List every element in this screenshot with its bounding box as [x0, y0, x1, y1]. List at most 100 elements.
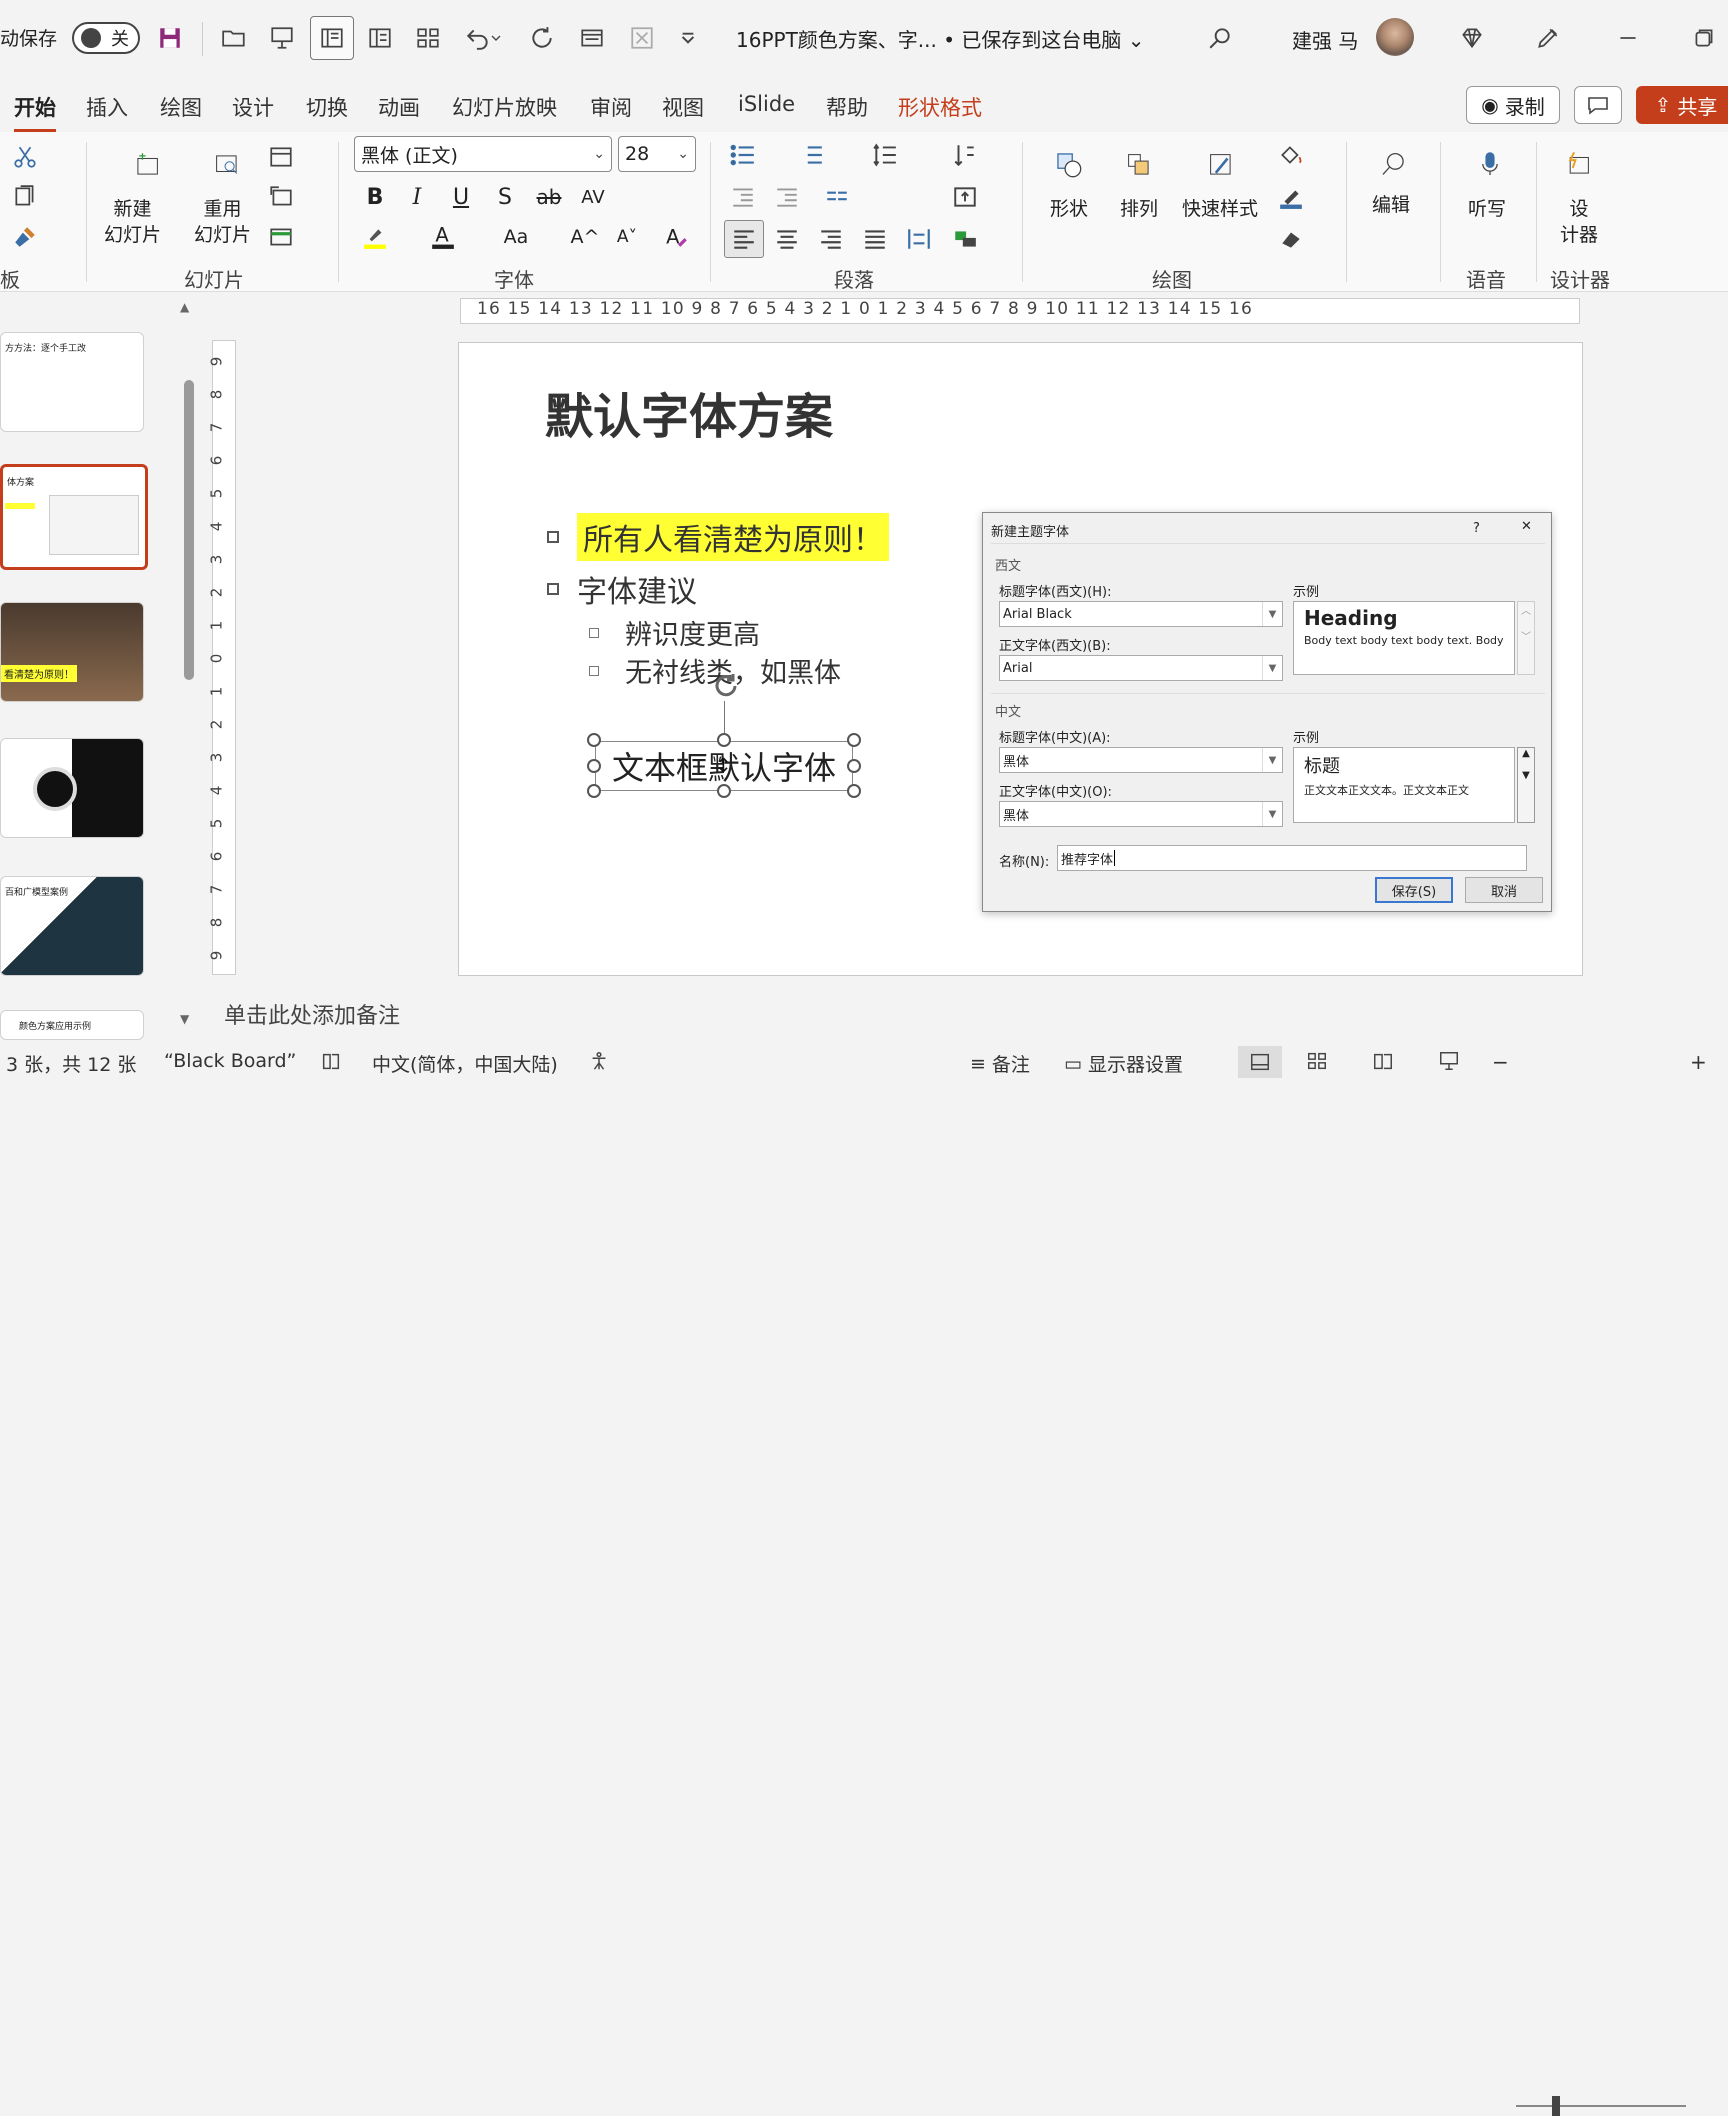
char-spacing-icon[interactable]: AV	[578, 182, 608, 212]
resize-handle[interactable]	[587, 784, 601, 798]
section-icon[interactable]	[266, 222, 296, 252]
slide-thumbnail-4[interactable]	[0, 738, 144, 838]
find-icon[interactable]	[1368, 138, 1420, 190]
zoom-out-icon[interactable]: −	[1492, 1050, 1509, 1074]
theme-name-input[interactable]: 推荐字体	[1057, 845, 1527, 871]
notes-pane[interactable]: 单击此处添加备注	[212, 990, 1712, 1034]
autosave-toggle[interactable]: 关	[72, 22, 140, 54]
shrink-font-icon[interactable]: A˅	[612, 222, 642, 252]
outline-view-icon[interactable]	[362, 20, 398, 56]
new-slide-icon[interactable]	[122, 142, 172, 188]
document-title[interactable]: 16PPT颜色方案、字... • 已保存到这台电脑 ⌄	[736, 24, 1145, 53]
italic-icon[interactable]: I	[402, 182, 432, 212]
resize-handle[interactable]	[847, 759, 861, 773]
reading-view-button[interactable]	[1372, 1050, 1394, 1072]
tab-view[interactable]: 视图	[662, 92, 704, 122]
vertical-ruler[interactable]: 9 8 7 6 5 4 3 2 1 0 1 2 3 4 5 6 7 8 9	[207, 340, 236, 975]
horizontal-ruler[interactable]: 16 15 14 13 12 11 10 9 8 7 6 5 4 3 2 1 0…	[460, 298, 1580, 324]
designer-button[interactable]: 设 计器	[1560, 196, 1598, 248]
sorter-view-icon[interactable]	[410, 20, 446, 56]
notes-toggle[interactable]: ≡ 备注	[970, 1050, 1030, 1077]
tab-slideshow[interactable]: 幻灯片放映	[452, 92, 557, 122]
customize-qat-icon[interactable]	[670, 20, 706, 56]
chinese-preview-scrollbar[interactable]: ▲ ▼	[1517, 747, 1535, 823]
strikethrough-icon[interactable]: ab	[534, 182, 564, 212]
font-size-select[interactable]: 28 ⌄	[618, 136, 696, 172]
save-icon[interactable]	[152, 20, 188, 56]
reuse-slide-icon[interactable]	[202, 142, 252, 188]
open-folder-icon[interactable]	[216, 20, 252, 56]
align-left-icon[interactable]	[724, 220, 764, 258]
align-text-icon[interactable]	[950, 182, 980, 212]
resize-handle[interactable]	[847, 784, 861, 798]
resize-handle[interactable]	[587, 733, 601, 747]
heading-font-chinese-select[interactable]: 黑体 ▼	[999, 747, 1283, 773]
user-name[interactable]: 建强 马	[1292, 25, 1358, 54]
scroll-down-icon[interactable]: ▼	[180, 1012, 189, 1026]
tab-animations[interactable]: 动画	[378, 92, 420, 122]
tab-help[interactable]: 帮助	[826, 92, 868, 122]
smartart-icon[interactable]	[950, 224, 980, 254]
resize-handle[interactable]	[587, 759, 601, 773]
reuse-slide-button[interactable]: 重用 幻灯片	[194, 196, 251, 248]
justify-icon[interactable]	[860, 224, 890, 254]
scrollbar-thumb[interactable]	[184, 380, 194, 680]
dictate-button[interactable]: 听写	[1468, 196, 1506, 222]
slideshow-button[interactable]	[1438, 1050, 1460, 1072]
body-font-chinese-select[interactable]: 黑体 ▼	[999, 801, 1283, 827]
slide-layout-icon[interactable]	[574, 20, 610, 56]
close-icon[interactable]: ✕	[1521, 519, 1532, 534]
text-direction-icon[interactable]	[950, 140, 980, 170]
shapes-icon[interactable]	[1044, 140, 1094, 190]
align-right-icon[interactable]	[816, 224, 846, 254]
help-icon[interactable]: ?	[1473, 521, 1480, 536]
tab-shape-format[interactable]: 形状格式	[898, 92, 982, 122]
effects-icon[interactable]	[1276, 224, 1306, 254]
bullet-item[interactable]: 字体建议	[547, 567, 697, 611]
share-button[interactable]: ⇪ 共享	[1636, 86, 1728, 124]
zoom-in-icon[interactable]: +	[1690, 1050, 1707, 1074]
accessibility-icon[interactable]	[320, 1050, 342, 1072]
save-button[interactable]: 保存(S)	[1375, 877, 1453, 903]
increase-indent-icon[interactable]	[772, 182, 802, 212]
language-indicator[interactable]: 中文(简体，中国大陆)	[372, 1050, 558, 1077]
tab-insert[interactable]: 插入	[86, 92, 128, 122]
heading-font-western-select[interactable]: Arial Black ▼	[999, 601, 1283, 627]
tab-design[interactable]: 设计	[232, 92, 274, 122]
comments-button[interactable]	[1574, 86, 1622, 124]
diamond-icon[interactable]	[1454, 20, 1490, 56]
tab-islide[interactable]: iSlide	[738, 92, 795, 116]
cut-icon[interactable]	[10, 142, 40, 172]
sorter-view-button[interactable]	[1306, 1050, 1328, 1072]
slide-count[interactable]: 3 张，共 12 张	[6, 1050, 136, 1077]
minimize-icon[interactable]	[1610, 20, 1646, 56]
avatar[interactable]	[1376, 18, 1414, 56]
decrease-indent-icon[interactable]	[728, 182, 758, 212]
change-case-icon[interactable]: Aa	[496, 222, 536, 252]
pen-icon[interactable]	[1530, 20, 1566, 56]
tab-transitions[interactable]: 切换	[306, 92, 348, 122]
cancel-button[interactable]: 取消	[1465, 877, 1543, 903]
copy-icon[interactable]	[10, 182, 40, 212]
shadow-icon[interactable]: S	[490, 182, 520, 212]
microphone-icon[interactable]	[1468, 138, 1512, 190]
delete-slide-icon[interactable]	[624, 20, 660, 56]
grow-font-icon[interactable]: A^	[570, 222, 600, 252]
highlight-icon[interactable]	[360, 222, 390, 252]
align-center-icon[interactable]	[772, 224, 802, 254]
tab-home[interactable]: 开始	[14, 92, 56, 132]
clear-format-icon[interactable]: A	[662, 222, 692, 252]
bold-icon[interactable]: B	[360, 182, 390, 212]
title-dropdown-icon[interactable]: ⌄	[1128, 28, 1145, 52]
body-font-western-select[interactable]: Arial ▼	[999, 655, 1283, 681]
zoom-slider-thumb[interactable]	[1552, 2096, 1560, 2116]
format-painter-icon[interactable]	[10, 222, 40, 252]
tab-review[interactable]: 审阅	[590, 92, 632, 122]
font-color-icon[interactable]: A	[428, 222, 458, 252]
slide-thumbnail-1[interactable]: 方方法：逐个手工改	[0, 332, 144, 432]
edit-button[interactable]: 编辑	[1372, 192, 1410, 218]
arrange-icon[interactable]	[1114, 140, 1164, 190]
sub-bullet-item[interactable]: 辨识度更高	[589, 613, 760, 652]
record-button[interactable]: ◉ 录制	[1466, 86, 1560, 124]
accessibility-check-icon[interactable]	[588, 1050, 610, 1072]
